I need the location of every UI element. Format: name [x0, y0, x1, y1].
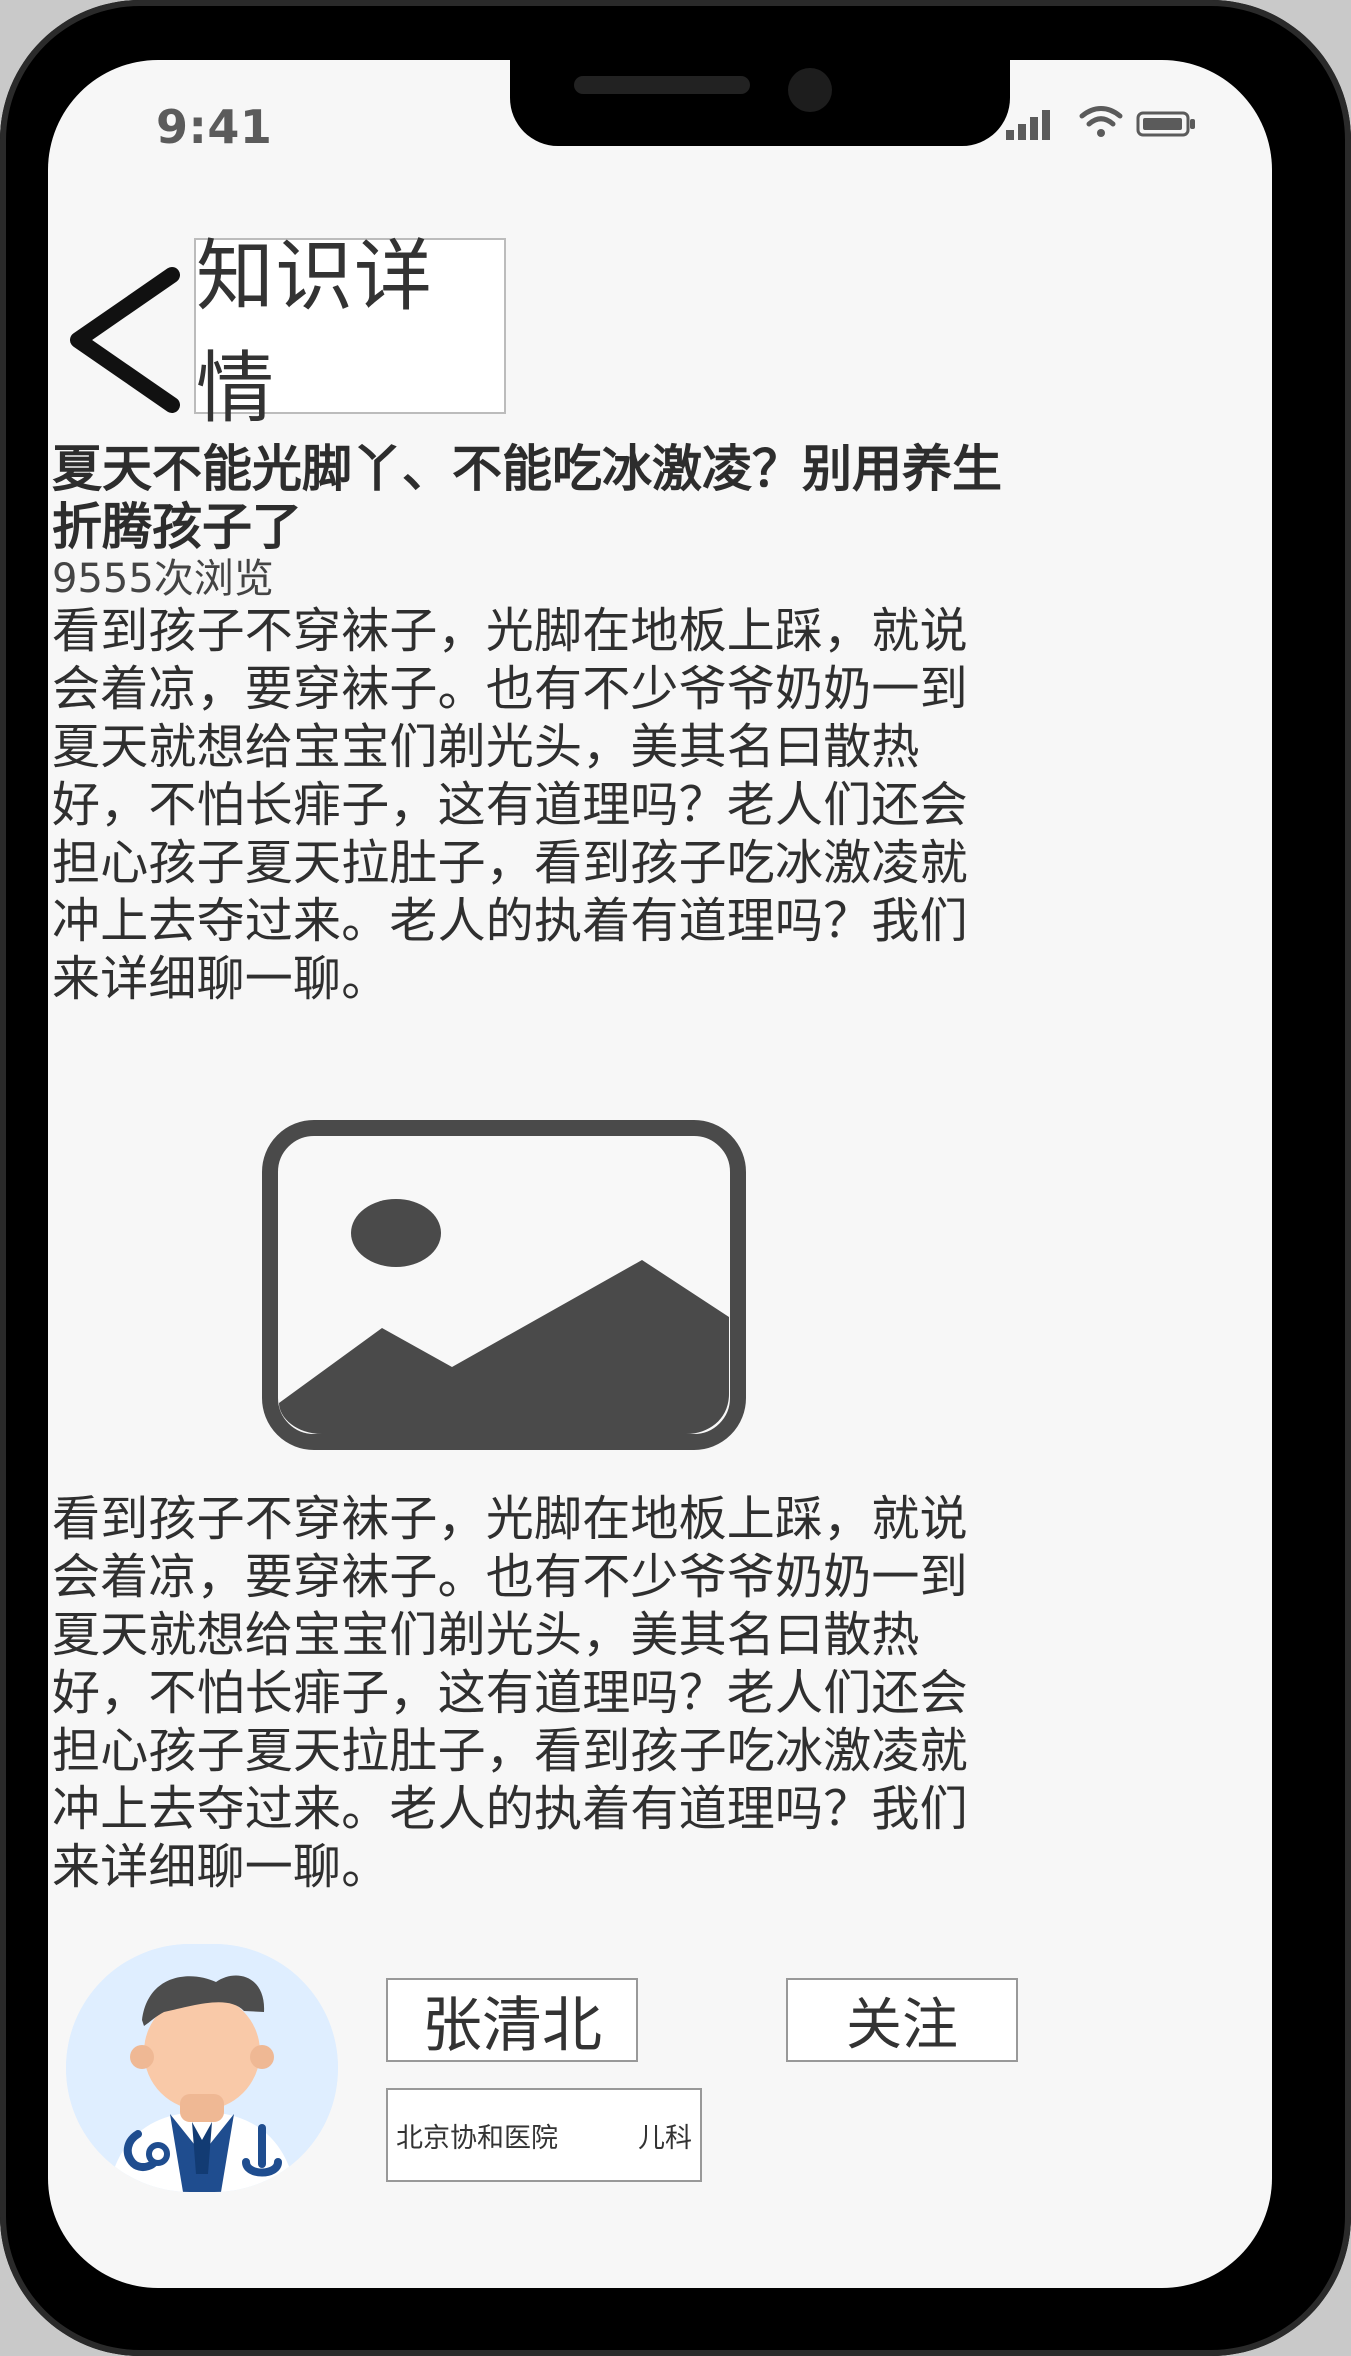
doctor-avatar-icon	[66, 1944, 338, 2192]
department-name: 儿科	[638, 2122, 692, 2154]
article-image	[262, 1120, 746, 1450]
doctor-name: 张清北	[386, 1978, 638, 2062]
article-content: 夏天不能光脚丫、不能吃冰激凌？别用养生折腾孩子了 9555次浏览 看到孩子不穿袜…	[52, 440, 1012, 1008]
article-section-2: 看到孩子不穿袜子，光脚在地板上踩，就说会着凉，要穿袜子。也有不少爷爷奶奶一到夏天…	[52, 1490, 1012, 1896]
image-placeholder-icon	[262, 1120, 746, 1450]
follow-button[interactable]: 关注	[786, 1978, 1018, 2062]
phone-frame: 9:41 知识详情 夏天不能光脚丫、不能吃冰激凌？别用养生折腾孩子了 9555次…	[0, 0, 1351, 2356]
phone-notch	[510, 60, 1010, 146]
doctor-meta: 北京协和医院 儿科	[386, 2088, 702, 2182]
article-title: 夏天不能光脚丫、不能吃冰激凌？别用养生折腾孩子了	[52, 440, 1002, 556]
page-title: 知识详情	[194, 232, 506, 434]
speaker-icon	[574, 76, 750, 94]
app-screen: 9:41 知识详情 夏天不能光脚丫、不能吃冰激凌？别用养生折腾孩子了 9555次…	[48, 60, 1272, 2288]
article-paragraph-2: 看到孩子不穿袜子，光脚在地板上踩，就说会着凉，要穿袜子。也有不少爷爷奶奶一到夏天…	[52, 1491, 968, 1895]
camera-icon	[788, 68, 832, 112]
hospital-name: 北京协和医院	[396, 2122, 558, 2154]
back-icon[interactable]	[60, 265, 180, 415]
article-paragraph-1: 看到孩子不穿袜子，光脚在地板上踩，就说会着凉，要穿袜子。也有不少爷爷奶奶一到夏天…	[52, 603, 968, 1007]
author-card: 张清北 关注 北京协和医院 儿科	[66, 1944, 1066, 2194]
view-count: 9555次浏览	[52, 556, 274, 602]
